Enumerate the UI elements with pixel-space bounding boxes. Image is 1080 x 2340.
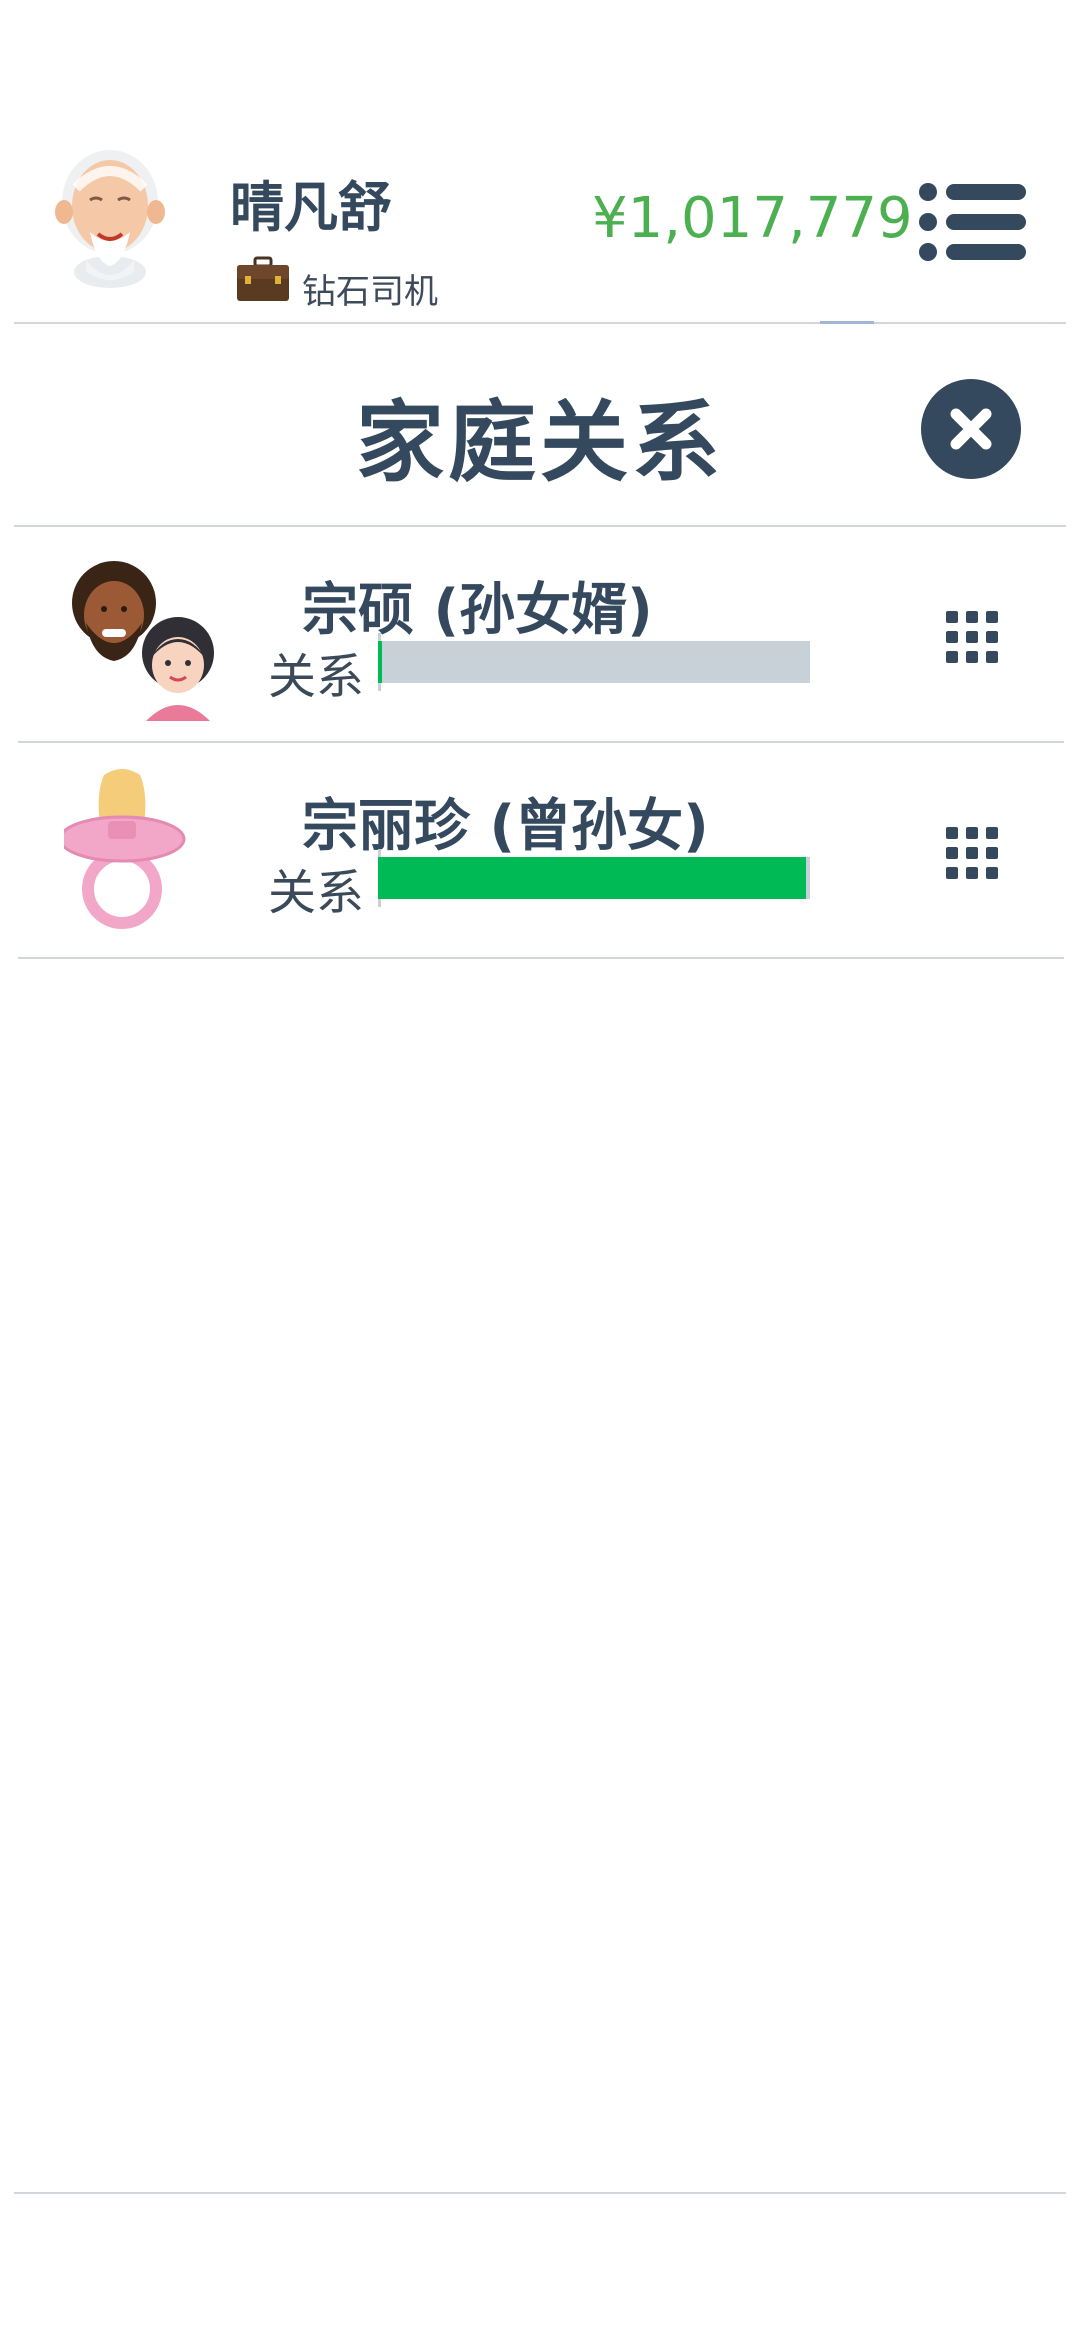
relation-bar (378, 857, 810, 899)
couple-avatar-icon (64, 553, 234, 723)
relation-label: 关系 (268, 649, 365, 705)
grid-icon (946, 611, 998, 663)
relation-options-button[interactable] (944, 825, 1000, 881)
relation-bar (378, 641, 810, 683)
header-divider (14, 322, 1066, 324)
briefcase-icon (235, 256, 291, 304)
grid-icon (946, 827, 998, 879)
footer-divider (14, 2192, 1066, 2194)
relation-name: 宗硕 (孙女婿) (302, 578, 653, 643)
row-divider (18, 957, 1064, 959)
player-avatar[interactable] (50, 140, 170, 290)
relation-bar-fill (378, 857, 806, 899)
close-icon (921, 379, 1021, 479)
player-name: 晴凡舒 (230, 176, 392, 239)
relation-row[interactable]: 宗硕 (孙女婿) 关系 (0, 527, 1080, 741)
relation-bar-fill (378, 641, 383, 683)
relation-row[interactable]: 宗丽珍 (曾孙女) 关系 (0, 743, 1080, 957)
relation-label: 关系 (268, 865, 365, 921)
menu-button[interactable] (918, 182, 1028, 262)
list-menu-icon (919, 183, 1026, 261)
relation-name: 宗丽珍 (曾孙女) (302, 794, 709, 859)
money-balance: ¥1,017,779 (592, 186, 913, 251)
pacifier-icon (58, 769, 234, 939)
page-title: 家庭关系 (355, 391, 724, 494)
header-divider-accent (820, 321, 874, 324)
job-title: 钻石司机 (302, 272, 438, 312)
close-button[interactable] (920, 378, 1022, 480)
relation-options-button[interactable] (944, 609, 1000, 665)
elderly-man-avatar-icon (55, 150, 165, 288)
